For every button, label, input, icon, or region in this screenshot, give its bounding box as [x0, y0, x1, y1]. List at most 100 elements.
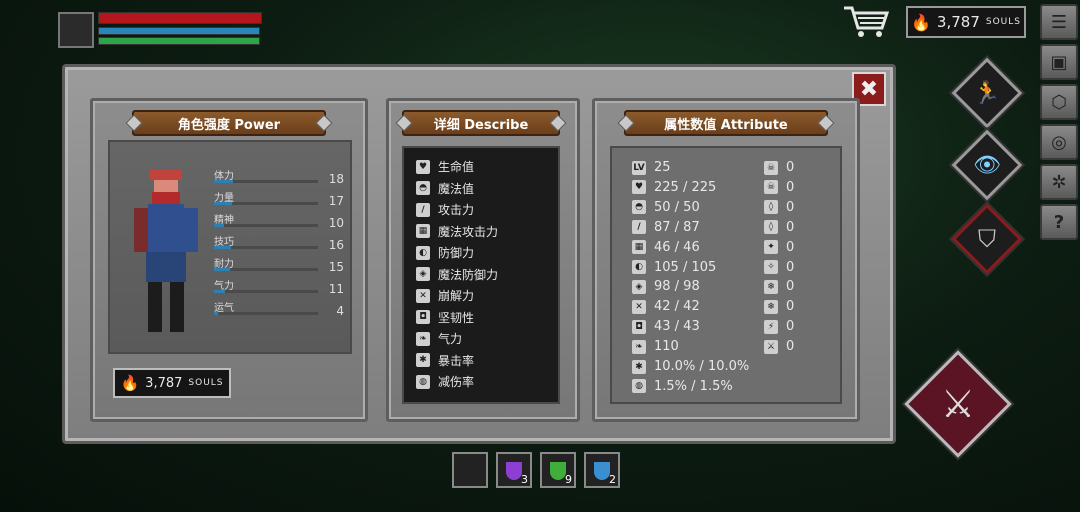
attribute-value: 25 — [654, 160, 671, 175]
armor-icon[interactable]: ⬡ — [1040, 84, 1078, 120]
attack-button[interactable]: ⚔ — [904, 350, 1012, 458]
resistance-row: ⚡ 0 — [764, 319, 794, 334]
eye-button[interactable]: 👁 — [951, 129, 1023, 201]
resistance-icon: ❄ — [764, 299, 778, 314]
resistance-icon: ☠ — [764, 160, 778, 175]
settings-icon[interactable]: ◎ — [1040, 124, 1078, 160]
resistance-value: 0 — [786, 160, 795, 175]
attribute-icon: ◈ — [632, 279, 646, 294]
describe-item-label: 减伤率 — [438, 375, 475, 389]
close-icon: ✖ — [859, 76, 879, 102]
green-potion-icon — [550, 462, 566, 480]
menu-list-icon[interactable]: ☰ — [1040, 4, 1078, 40]
resistance-icon: ⚡ — [764, 319, 778, 334]
attribute-value-row: ▦ 46 / 46 — [632, 240, 700, 255]
attribute-value-row: ◓ 50 / 50 — [632, 200, 700, 215]
describe-title-text: 详细 Describe — [433, 117, 529, 133]
quickbar-slot[interactable]: 9 — [540, 452, 576, 488]
attribute-value: 10.0% / 10.0% — [654, 359, 750, 374]
power-souls: 🔥 3,787 SOULS — [113, 368, 231, 398]
run-icon: 🏃 — [973, 80, 1001, 106]
resistance-row: ✦ 0 — [764, 240, 794, 255]
blue-potion-icon — [594, 462, 610, 480]
attribute-value-row: ◘ 43 / 43 — [632, 319, 700, 334]
shopping-cart-icon[interactable] — [842, 4, 890, 40]
stat-type-icon: ◘ — [416, 310, 430, 324]
stat-bar — [214, 268, 318, 271]
attribute-icon: ◐ — [632, 260, 646, 274]
stat-type-icon: ✱ — [416, 353, 430, 367]
stat-type-icon: ▦ — [416, 224, 430, 238]
attribute-icon: LV — [632, 160, 646, 175]
stat-bar-fill — [214, 202, 232, 205]
resistance-row: ❄ 0 — [764, 299, 794, 314]
resistance-value: 0 — [786, 279, 795, 295]
power-souls-unit: SOULS — [188, 378, 224, 388]
stat-value: 15 — [328, 260, 344, 274]
stat-bar — [214, 290, 318, 293]
stat-type-icon: ✕ — [416, 288, 430, 303]
quickbar-slot[interactable]: 2 — [584, 452, 620, 488]
attribute-value: 43 / 43 — [654, 319, 700, 335]
quickbar-slot[interactable] — [452, 452, 488, 488]
stat-bar-fill — [214, 312, 219, 315]
describe-item: ♥ 生命值 — [416, 158, 474, 175]
shield-icon: ⛉ — [978, 225, 996, 253]
attribute-value-row: ✕ 42 / 42 — [632, 299, 700, 314]
stamina-bar — [98, 37, 260, 45]
attribute-value: 1.5% / 1.5% — [654, 378, 733, 394]
help-icon[interactable]: ? — [1040, 204, 1078, 240]
quickbar-slot[interactable]: 3 — [496, 452, 532, 488]
flame-icon: 🔥 — [120, 374, 140, 392]
backpack-icon[interactable]: ▣ — [1040, 44, 1078, 80]
describe-item-label: 魔法攻击力 — [438, 224, 499, 239]
flame-icon: 🔥 — [911, 12, 931, 32]
resistance-value: 0 — [786, 219, 795, 235]
describe-item-label: 坚韧性 — [438, 310, 475, 325]
attribute-value: 98 / 98 — [654, 279, 700, 295]
stat-type-icon: ♥ — [416, 159, 430, 174]
character-model — [134, 170, 198, 332]
stat-value: 4 — [336, 304, 344, 318]
purple-potion-icon — [506, 462, 522, 480]
stat-row: 运气 4 — [214, 302, 344, 322]
stat-type-icon: ◐ — [416, 245, 430, 260]
stat-bar — [214, 246, 318, 249]
resistance-icon: ☠ — [764, 180, 778, 195]
describe-item: ✕ 崩解力 — [416, 287, 474, 304]
mana-bar — [98, 27, 260, 35]
attribute-value: 50 / 50 — [654, 199, 700, 215]
attribute-icon: ◘ — [632, 319, 646, 334]
run-button[interactable]: 🏃 — [951, 57, 1023, 129]
stat-value: 18 — [328, 172, 344, 186]
souls-counter: 🔥 3,787 SOULS — [906, 6, 1026, 38]
stat-row: 技巧 16 — [214, 236, 344, 256]
resistance-row: ◊ 0 — [764, 220, 794, 235]
eye-icon: 👁 — [973, 152, 1001, 178]
help-label: ? — [1053, 211, 1065, 233]
stat-value: 11 — [328, 282, 344, 296]
resistance-icon: ◊ — [764, 200, 778, 215]
attribute-value-row: LV 25 — [632, 160, 671, 175]
shield-button[interactable]: ⛉ — [951, 203, 1023, 275]
attribute-value-row: ◍ 1.5% / 1.5% — [632, 379, 733, 394]
gear-icon[interactable]: ✲ — [1040, 164, 1078, 200]
stat-bar-fill — [214, 290, 226, 293]
stat-type-icon: ❧ — [416, 331, 430, 346]
player-portrait[interactable] — [58, 12, 94, 48]
crossed-swords-icon: ⚔ — [940, 382, 976, 426]
resistance-value: 0 — [786, 259, 795, 275]
attribute-title: 属性数值 Attribute — [624, 110, 828, 136]
attribute-icon: ✱ — [632, 359, 646, 374]
attribute-value-row: ♥ 225 / 225 — [632, 180, 716, 195]
describe-item: ◍ 减伤率 — [416, 373, 474, 390]
describe-item: ❧ 气力 — [416, 330, 462, 347]
attribute-value-row: ◐ 105 / 105 — [632, 260, 716, 275]
describe-title: 详细 Describe — [402, 110, 560, 136]
stat-row: 体力 18 — [214, 170, 344, 190]
resistance-icon: ✧ — [764, 260, 778, 274]
attribute-value-row: ◈ 98 / 98 — [632, 279, 700, 294]
resistance-value: 0 — [786, 179, 795, 195]
power-title: 角色强度 Power — [132, 110, 326, 136]
attribute-icon: ◓ — [632, 200, 646, 215]
